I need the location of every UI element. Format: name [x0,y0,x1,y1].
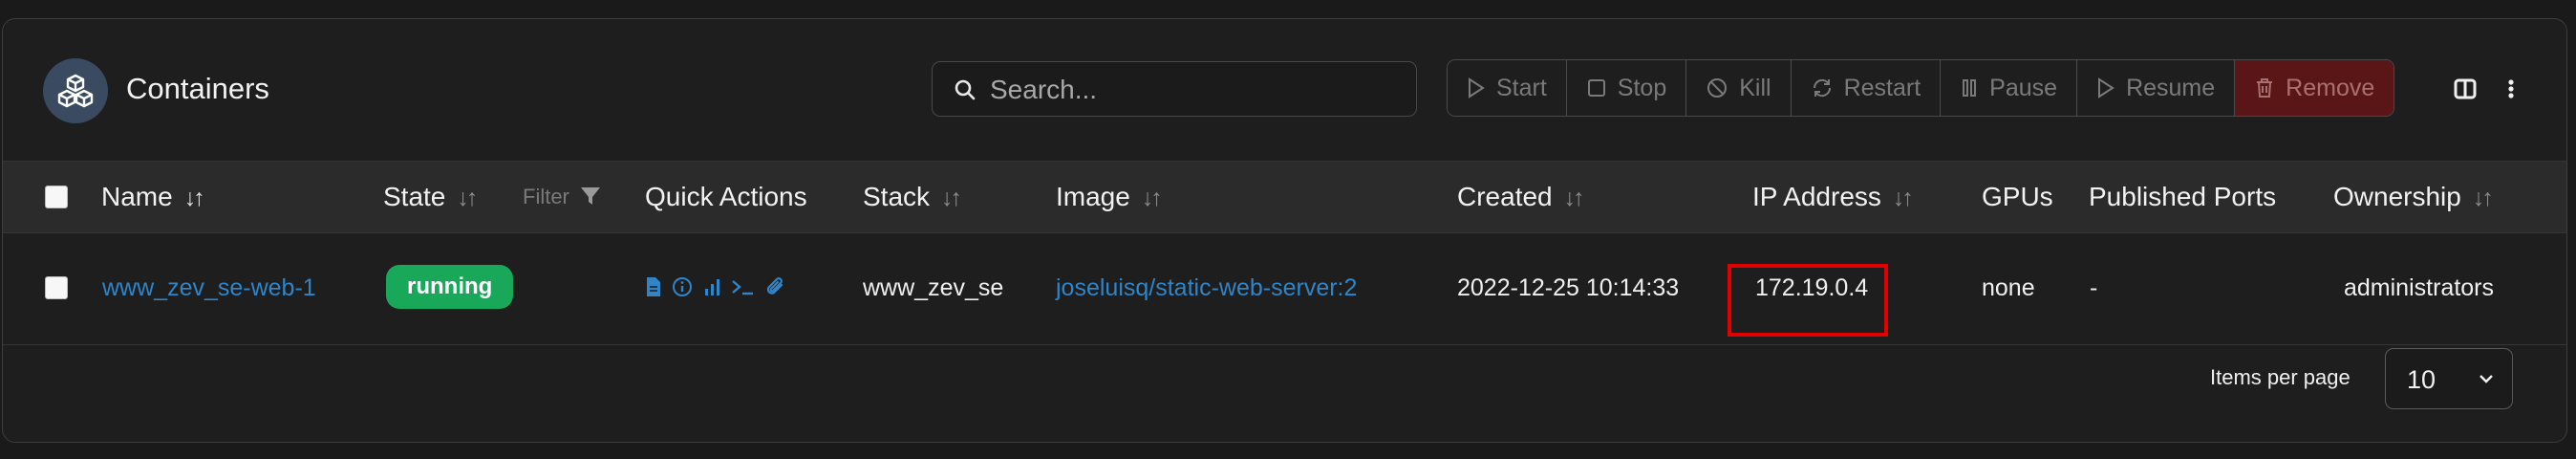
column-created-label: Created [1457,182,1553,211]
resume-button-label: Resume [2126,74,2216,101]
ban-icon [1707,78,1728,98]
logs-icon[interactable] [645,276,662,297]
items-per-page-value: 10 [2407,365,2436,394]
stop-button[interactable]: Stop [1566,60,1687,116]
select-all-checkbox[interactable] [45,186,68,208]
column-published-ports: Published Ports [2089,182,2277,211]
state-filter-label: Filter [523,185,569,208]
column-state-label: State [383,182,446,211]
refresh-icon [1813,78,1831,98]
play-icon [1469,77,1485,98]
stop-icon [1587,79,1605,97]
restart-button[interactable]: Restart [1791,60,1942,116]
table-row: www_zev_se-web-1 running www_zev_se jose… [3,231,2566,345]
search-icon [955,79,976,100]
column-image-label: Image [1056,182,1130,211]
stop-button-label: Stop [1617,74,1667,101]
sort-icon: ↓↑ [1141,185,1163,211]
column-name-label: Name [101,182,173,211]
restart-button-label: Restart [1843,74,1921,101]
remove-button[interactable]: Remove [2235,60,2394,116]
column-ip-address[interactable]: IP Address ↓↑ [1752,162,1914,232]
stack-cell: www_zev_se [863,274,1004,301]
sort-icon: ↓↑ [457,185,478,211]
column-ownership-label: Ownership [2333,182,2461,211]
resume-button[interactable]: Resume [2077,60,2236,116]
stats-icon[interactable] [702,276,721,297]
ip-address-cell: 172.19.0.4 [1755,274,1869,301]
sort-icon: ↓↑ [1892,185,1914,211]
status-badge: running [386,265,514,309]
start-button[interactable]: Start [1448,60,1567,116]
sort-icon: ↓↑ [941,185,962,211]
column-image[interactable]: Image ↓↑ [1056,162,1163,232]
chevron-down-icon [2479,375,2493,383]
gpus-cell: none [1982,274,2035,301]
search-box[interactable] [932,61,1417,117]
pause-icon [1963,79,1977,97]
sort-icon: ↓↑ [1563,185,1585,211]
row-checkbox[interactable] [45,276,68,299]
column-quick-actions: Quick Actions [645,182,807,211]
column-ownership[interactable]: Ownership ↓↑ [2333,162,2494,232]
image-link[interactable]: joseluisq/static-web-server:2 [1056,231,1357,344]
play-icon [2098,77,2114,98]
column-name[interactable]: Name ↓↑ [101,162,205,232]
column-gpus: GPUs [1982,182,2053,211]
pause-button[interactable]: Pause [1941,60,2078,116]
console-icon[interactable] [731,276,756,297]
column-stack-label: Stack [863,182,931,211]
remove-button-label: Remove [2286,74,2375,101]
container-name-link[interactable]: www_zev_se-web-1 [102,231,316,344]
panel-header: Containers Start Stop Kill [3,19,2566,161]
quick-actions [645,275,786,298]
column-stack[interactable]: Stack ↓↑ [863,162,962,232]
trash-icon [2257,78,2273,98]
containers-panel: Containers Start Stop Kill [2,18,2567,443]
created-cell: 2022-12-25 10:14:33 [1457,274,1680,301]
items-per-page-select[interactable]: 10 [2385,348,2513,409]
sort-icon: ↓↑ [183,185,205,211]
column-created[interactable]: Created ↓↑ [1457,162,1585,232]
pause-button-label: Pause [1989,74,2058,101]
container-actions-toolbar: Start Stop Kill Restart Pause Resume Rem… [1447,59,2395,117]
sort-icon: ↓↑ [2472,185,2494,211]
info-icon[interactable] [672,276,693,297]
table-header: Name ↓↑ State ↓↑ Filter Quick Actions Stac… [3,161,2566,233]
start-button-label: Start [1496,74,1547,101]
kill-button[interactable]: Kill [1686,60,1792,116]
page-title: Containers [126,72,269,105]
column-ip-label: IP Address [1752,182,1881,211]
state-filter[interactable]: Filter [523,162,602,232]
column-state[interactable]: State ↓↑ [383,162,478,232]
search-input[interactable] [988,70,1403,110]
published-ports-cell: - [2090,274,2098,301]
columns-icon[interactable] [2454,77,2477,100]
filter-icon [581,187,601,205]
cubes-icon [43,58,108,123]
ownership-cell: administrators [2344,274,2494,301]
more-options-icon[interactable] [2506,77,2516,100]
attach-icon[interactable] [765,275,786,298]
items-per-page-label: Items per page [2210,365,2351,389]
kill-button-label: Kill [1739,74,1771,101]
